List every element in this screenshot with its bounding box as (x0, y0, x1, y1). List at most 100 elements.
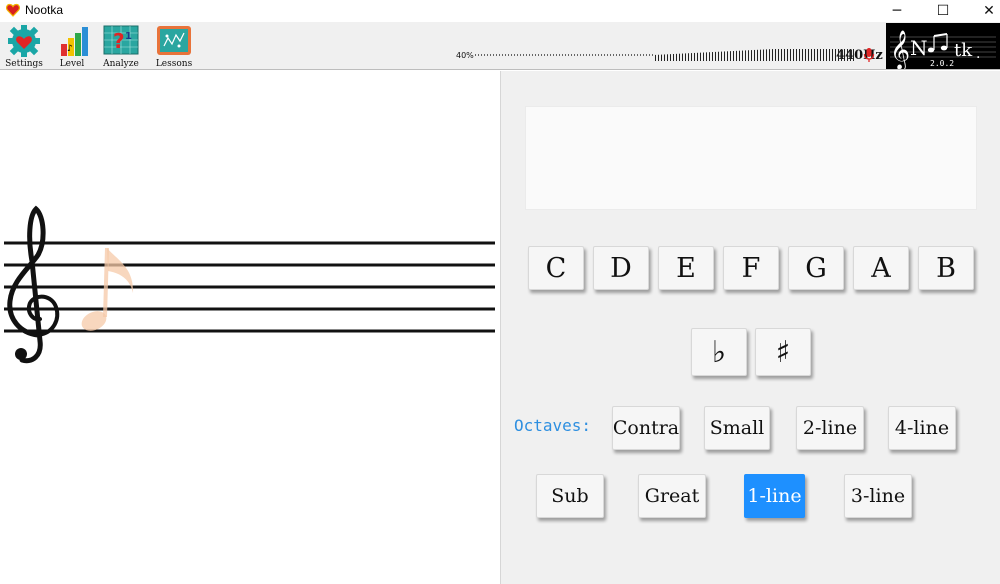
note-g-button[interactable]: G (788, 246, 844, 290)
volume-meter-tick (838, 49, 839, 61)
volume-meter-tick (730, 51, 731, 61)
volume-meter-tick (553, 54, 554, 56)
volume-meter-tick (538, 54, 539, 56)
volume-meter-tick (751, 50, 752, 61)
volume-meter-tick (592, 54, 593, 56)
svg-text:♪: ♪ (67, 44, 73, 54)
volume-meter-tick (532, 54, 533, 56)
level-button[interactable]: ♪ Level (48, 22, 96, 70)
volume-meter-tick (853, 49, 854, 61)
note-d-button[interactable]: D (593, 246, 649, 290)
volume-meter-tick (823, 49, 824, 61)
volume-meter-tick (817, 49, 818, 61)
analyze-button[interactable]: ? 1 Analyze (97, 22, 145, 70)
close-button[interactable]: ✕ (966, 0, 1000, 22)
volume-meter-tick (844, 49, 845, 61)
treble-clef-icon (7, 205, 60, 364)
note-e-button[interactable]: E (658, 246, 714, 290)
svg-text:1: 1 (125, 31, 132, 42)
volume-meter-tick (841, 49, 842, 61)
volume-meter-tick (826, 49, 827, 61)
octave-1-line-button[interactable]: 1-line (744, 474, 805, 518)
volume-meter-tick (499, 54, 500, 56)
maximize-button[interactable]: ☐ (920, 0, 966, 22)
svg-text:tk: tk (954, 40, 973, 61)
volume-meter-tick (790, 49, 791, 61)
volume-meter-tick (682, 53, 683, 61)
volume-meter-tick (523, 54, 524, 56)
volume-meter-tick (550, 54, 551, 56)
volume-meter-tick (487, 54, 488, 56)
minimize-button[interactable]: ─ (874, 0, 920, 22)
note-f-button[interactable]: F (723, 246, 779, 290)
volume-meter[interactable] (475, 49, 855, 61)
volume-meter-tick (688, 53, 689, 61)
volume-meter-tick (646, 54, 647, 56)
volume-percent: 40% (456, 51, 474, 60)
volume-meter-tick (565, 54, 566, 56)
volume-meter-tick (478, 54, 479, 56)
octave-3-line-button[interactable]: 3-line (844, 474, 912, 518)
volume-meter-tick (562, 54, 563, 56)
volume-meter-tick (610, 54, 611, 56)
octave-sub-button[interactable]: Sub (536, 474, 604, 518)
note-a-button[interactable]: A (853, 246, 909, 290)
volume-meter-tick (625, 54, 626, 56)
volume-meter-tick (739, 50, 740, 61)
volume-meter-tick (769, 49, 770, 61)
window-title: Nootka (25, 3, 64, 17)
volume-meter-tick (718, 51, 719, 61)
volume-meter-tick (661, 54, 662, 61)
volume-meter-tick (850, 49, 851, 61)
volume-meter-tick (535, 54, 536, 56)
volume-meter-tick (514, 54, 515, 56)
volume-meter-tick (604, 54, 605, 56)
sharp-button[interactable]: ♯ (755, 328, 811, 376)
volume-meter-tick (481, 54, 482, 56)
octave-great-button[interactable]: Great (638, 474, 706, 518)
volume-meter-tick (847, 49, 848, 61)
volume-meter-tick (811, 49, 812, 61)
octave-2-line-button[interactable]: 2-line (796, 406, 864, 450)
volume-meter-tick (622, 54, 623, 56)
volume-meter-tick (571, 54, 572, 56)
volume-meter-tick (784, 49, 785, 61)
nootka-logo[interactable]: 𝄞 N tk . 2.0.2 (886, 23, 1000, 71)
volume-meter-tick (814, 49, 815, 61)
settings-button[interactable]: Settings (0, 22, 48, 70)
octave-contra-button[interactable]: Contra (612, 406, 680, 450)
volume-meter-tick (529, 54, 530, 56)
volume-meter-tick (748, 50, 749, 61)
score-staff[interactable] (0, 71, 501, 584)
volume-meter-tick (706, 52, 707, 61)
volume-meter-tick (754, 49, 755, 61)
svg-text:2.0.2: 2.0.2 (930, 59, 954, 68)
volume-meter-tick (568, 54, 569, 56)
volume-meter-tick (616, 54, 617, 56)
lessons-button[interactable]: Lessons (150, 22, 198, 70)
volume-meter-tick (544, 54, 545, 56)
volume-meter-tick (805, 49, 806, 61)
flat-button[interactable]: ♭ (691, 328, 747, 376)
volume-meter-tick (556, 54, 557, 56)
volume-meter-tick (508, 54, 509, 56)
note-b-button[interactable]: B (918, 246, 974, 290)
volume-meter-tick (778, 49, 779, 61)
microphone-icon[interactable] (862, 47, 876, 63)
volume-meter-tick (670, 54, 671, 61)
volume-meter-tick (541, 54, 542, 56)
octave-small-button[interactable]: Small (704, 406, 770, 450)
volume-meter-tick (583, 54, 584, 56)
volume-meter-tick (589, 54, 590, 56)
volume-meter-tick (574, 54, 575, 56)
svg-text:.: . (976, 46, 980, 62)
volume-meter-tick (667, 54, 668, 61)
octave-4-line-button[interactable]: 4-line (888, 406, 956, 450)
volume-meter-tick (802, 49, 803, 61)
svg-text:?: ? (113, 29, 125, 53)
volume-meter-tick (496, 54, 497, 56)
volume-meter-tick (715, 51, 716, 61)
svg-text:𝄞: 𝄞 (890, 30, 910, 69)
volume-meter-tick (736, 50, 737, 61)
note-c-button[interactable]: C (528, 246, 584, 290)
